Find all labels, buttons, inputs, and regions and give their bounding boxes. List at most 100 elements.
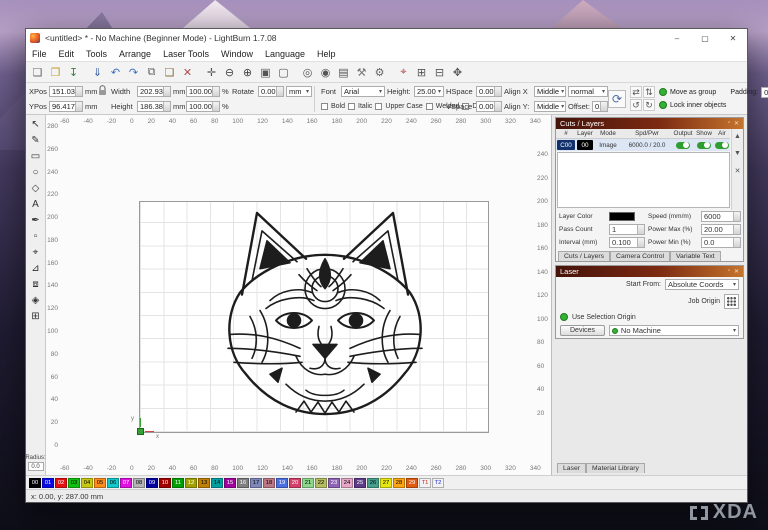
palette-swatch[interactable]: 21 [302, 478, 314, 488]
panel-close-icon[interactable]: ✕ [734, 268, 739, 275]
palette-swatch[interactable]: 20 [289, 478, 301, 488]
close-button[interactable]: ✕ [719, 29, 747, 47]
menu-item[interactable]: File [26, 49, 53, 59]
hspace-input[interactable]: 0.00 [476, 86, 502, 97]
use-selection-origin-toggle[interactable] [560, 313, 568, 321]
workspace-canvas[interactable]: -60-40-200204060801001201401601802002202… [46, 115, 551, 475]
layer-mode[interactable]: Image [594, 139, 622, 151]
measure-tool[interactable]: ⊿ [28, 261, 44, 276]
copy-icon[interactable]: ⧉ [143, 64, 160, 81]
flip-h-icon[interactable]: ⇄ [630, 86, 642, 98]
welded-checkbox[interactable] [426, 103, 433, 110]
position-laser-icon[interactable]: ⌖ [395, 64, 412, 81]
power-max-input[interactable]: 20.00 [701, 224, 741, 235]
cat-mandala-image[interactable] [200, 205, 450, 426]
palette-swatch[interactable]: 03 [68, 478, 80, 488]
new-file-icon[interactable]: ❏ [29, 64, 46, 81]
settings-gear-icon[interactable]: ⚙ [371, 64, 388, 81]
pen-tool[interactable]: ✒ [28, 213, 44, 228]
trace-image-tool[interactable]: ◈ [28, 293, 44, 308]
vspace-input[interactable]: 0.00 [476, 101, 502, 112]
menu-item[interactable]: Laser Tools [157, 49, 215, 59]
layer-color-swatch[interactable]: 00 [577, 140, 593, 150]
palette-swatch[interactable]: 10 [159, 478, 171, 488]
menu-item[interactable]: Help [311, 49, 342, 59]
offset-tool[interactable]: ⧈ [28, 277, 44, 292]
padding-input[interactable]: 0.0 [761, 87, 768, 98]
zoom-out-icon[interactable]: ⊖ [221, 64, 238, 81]
pan-icon[interactable]: ✛ [203, 64, 220, 81]
palette-swatch[interactable]: 19 [276, 478, 288, 488]
dock-left-icon[interactable]: ⊞ [413, 64, 430, 81]
palette-swatch[interactable]: 16 [237, 478, 249, 488]
font-style-select[interactable]: normal [568, 86, 608, 97]
refresh-size-icon[interactable]: ⟳ [608, 90, 626, 108]
offset-input[interactable]: 0.00 [592, 101, 608, 112]
radius-input[interactable]: 0.0 [28, 462, 44, 471]
panel-close-icon[interactable]: ✕ [734, 120, 739, 127]
import-icon[interactable]: ↧ [65, 64, 82, 81]
rectangle-tool[interactable]: ▭ [28, 149, 44, 164]
flip-v-icon[interactable]: ⇅ [643, 86, 655, 98]
palette-swatch[interactable]: 25 [354, 478, 366, 488]
interval-input[interactable]: 0.100 [609, 237, 645, 248]
dock-right-icon[interactable]: ⊟ [431, 64, 448, 81]
panel-float-icon[interactable]: ▫ [728, 120, 730, 127]
speed-input[interactable]: 6000 [701, 211, 741, 222]
panel-tab[interactable]: Variable Text [670, 251, 721, 261]
screenshot-icon[interactable]: ◎ [299, 64, 316, 81]
delete-icon[interactable]: ✕ [179, 64, 196, 81]
node-edit-tool[interactable]: ▫ [28, 229, 44, 244]
panel-tab[interactable]: Camera Control [610, 251, 670, 261]
height-input[interactable]: 186.386 [137, 101, 171, 112]
ypos-input[interactable]: 96.417 [49, 101, 83, 112]
palette-swatch[interactable]: 23 [328, 478, 340, 488]
menu-item[interactable]: Language [259, 49, 311, 59]
palette-swatch[interactable]: 08 [133, 478, 145, 488]
monitor-icon[interactable]: ▤ [335, 64, 352, 81]
air-toggle[interactable] [715, 142, 729, 149]
width-input[interactable]: 202.933 [137, 86, 171, 97]
palette-swatch[interactable]: 27 [380, 478, 392, 488]
lock-aspect-icon[interactable] [98, 85, 109, 98]
scale-x-input[interactable]: 100.000 [186, 86, 220, 97]
draw-lines-tool[interactable]: ✎ [28, 133, 44, 148]
job-origin-grid[interactable] [724, 294, 739, 309]
palette-swatch[interactable]: T1 [419, 478, 431, 488]
font-select[interactable]: Arial [341, 86, 385, 97]
position-tool[interactable]: ⌖ [28, 245, 44, 260]
show-toggle[interactable] [697, 142, 711, 149]
font-height-input[interactable]: 25.00 [414, 86, 444, 97]
save-icon[interactable]: ⇓ [89, 64, 106, 81]
zoom-page-icon[interactable]: ▢ [275, 64, 292, 81]
panel-tab[interactable]: Material Library [586, 463, 645, 473]
redo-icon[interactable]: ↷ [125, 64, 142, 81]
palette-swatch[interactable]: 00 [29, 478, 41, 488]
array-tool[interactable]: ⊞ [28, 309, 44, 324]
layer-row[interactable]: C00 00 Image 6000.0 / 20.0 [556, 139, 731, 151]
palette-swatch[interactable]: T2 [432, 478, 444, 488]
align-x-select[interactable]: Middle [534, 86, 566, 97]
panel-tab[interactable]: Cuts / Layers [558, 251, 610, 261]
rotate-input[interactable]: 0.00 [258, 86, 284, 97]
palette-swatch[interactable]: 28 [393, 478, 405, 488]
wrench-icon[interactable]: ⚒ [353, 64, 370, 81]
palette-swatch[interactable]: 06 [107, 478, 119, 488]
palette-swatch[interactable]: 09 [146, 478, 158, 488]
rotate-cw-icon[interactable]: ↻ [643, 99, 655, 111]
palette-swatch[interactable]: 29 [406, 478, 418, 488]
rotate-ccw-icon[interactable]: ↺ [630, 99, 642, 111]
scale-y-input[interactable]: 100.000 [186, 101, 220, 112]
layer-up-icon[interactable]: ▲ [734, 133, 741, 140]
undo-icon[interactable]: ↶ [107, 64, 124, 81]
palette-swatch[interactable]: 14 [211, 478, 223, 488]
output-toggle[interactable] [676, 142, 690, 149]
frame-selection-icon[interactable]: ▣ [257, 64, 274, 81]
layer-down-icon[interactable]: ▼ [734, 150, 741, 157]
palette-swatch[interactable]: 17 [250, 478, 262, 488]
ellipse-tool[interactable]: ○ [28, 165, 44, 180]
palette-swatch[interactable]: 18 [263, 478, 275, 488]
minimize-button[interactable]: – [663, 29, 691, 47]
palette-swatch[interactable]: 24 [341, 478, 353, 488]
polygon-tool[interactable]: ◇ [28, 181, 44, 196]
